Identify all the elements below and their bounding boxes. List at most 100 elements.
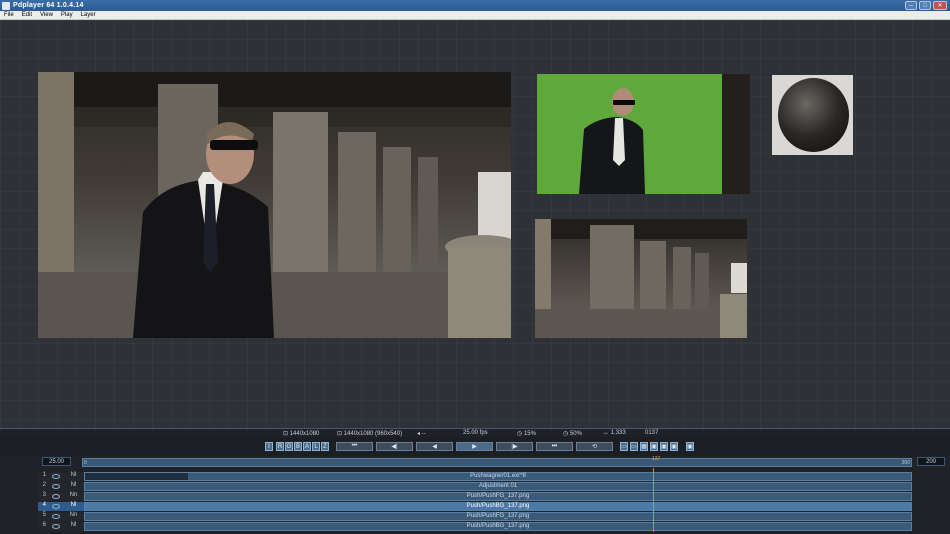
window-controls: – □ ✕	[905, 1, 947, 10]
info-range-arrows: ◂ --	[417, 431, 426, 437]
ruler-end-label: 200	[901, 460, 910, 466]
track-number: 6	[38, 522, 48, 531]
eye-icon[interactable]	[48, 482, 63, 491]
step-back-button[interactable]: ◀|	[376, 442, 413, 451]
channel-l-button[interactable]: L	[312, 442, 320, 451]
background-layer-image[interactable]	[535, 219, 747, 338]
timeline-panel: 25.00 0 200 137 200 1 Nl Pushwagner01.ex…	[0, 456, 950, 534]
eye-icon[interactable]	[48, 502, 63, 511]
track-row[interactable]: 5 Nn Push/PushFG_137.png	[38, 512, 912, 521]
eye-icon[interactable]	[48, 522, 63, 531]
channel-g-button[interactable]: G	[285, 442, 293, 451]
track-row[interactable]: 2 Nl Adjustment 01	[38, 482, 912, 491]
composite-scene-graphic	[38, 72, 511, 338]
view-grid-button[interactable]: ▦	[640, 442, 648, 451]
clip-label: Push/PushBG_137.png	[466, 503, 530, 509]
clip-label: Push/PushFG_137.png	[466, 493, 530, 499]
window-title: Pdplayer 64 1.0.4.14	[13, 2, 84, 9]
view-mode-6-button[interactable]: ▣	[670, 442, 678, 451]
track-number: 1	[38, 472, 48, 481]
minimize-button[interactable]: –	[905, 1, 917, 10]
eye-icon[interactable]	[48, 472, 63, 481]
close-button[interactable]: ✕	[933, 1, 947, 10]
menu-bar: File Edit View Play Layer	[0, 11, 950, 20]
blend-mode[interactable]: Nl	[63, 482, 84, 491]
loop-button[interactable]: ⟲	[576, 442, 613, 451]
info-cache: ◷ 15%	[517, 431, 536, 437]
view-mode-5-button[interactable]: ▣	[660, 442, 668, 451]
track-row[interactable]: 1 Nl Pushwagner01.exr*8	[38, 472, 912, 481]
menu-file[interactable]: File	[0, 12, 18, 18]
track-row[interactable]: 6 Nl Push/PushBG_137.png	[38, 522, 912, 531]
playhead-frame-label: 137	[652, 456, 661, 462]
blend-mode[interactable]: Nl	[63, 472, 84, 481]
greenscreen-layer-image[interactable]	[537, 74, 750, 194]
menu-layer[interactable]: Layer	[77, 12, 100, 18]
channel-b-button[interactable]: B	[294, 442, 302, 451]
chrome-ball-layer-image[interactable]	[772, 75, 853, 155]
blend-mode[interactable]: Nn	[63, 512, 84, 521]
track-row[interactable]: 3 Nn Push/PushFG_137.png	[38, 492, 912, 501]
view-mode-4-button[interactable]: ▣	[650, 442, 658, 451]
track-clip[interactable]: Pushwagner01.exr*8	[84, 472, 912, 481]
go-to-end-button[interactable]: ⏭	[536, 442, 573, 451]
greenscreen-actor-graphic	[579, 88, 645, 194]
clip-label: Push/PushBG_137.png	[466, 523, 530, 529]
timeline-ruler[interactable]: 0 200	[82, 458, 912, 467]
channel-r-button[interactable]: R	[276, 442, 284, 451]
title-bar: Pdplayer 64 1.0.4.14 – □ ✕	[0, 0, 950, 11]
blend-mode[interactable]: Nl	[63, 502, 84, 511]
channel-i-button[interactable]: I	[265, 442, 273, 451]
menu-edit[interactable]: Edit	[18, 12, 36, 18]
eye-icon[interactable]	[48, 512, 63, 521]
track-list: 1 Nl Pushwagner01.exr*8 2 Nl Adjustment …	[38, 472, 912, 532]
chrome-ball-reflection	[778, 78, 849, 152]
end-frame-field[interactable]: 200	[917, 457, 945, 466]
eye-icon[interactable]	[48, 492, 63, 501]
view-compare-button[interactable]: ▭	[630, 442, 638, 451]
fps-field[interactable]: 25.00	[42, 457, 71, 466]
track-clip[interactable]: Push/PushFG_137.png	[84, 492, 912, 501]
playhead-marker[interactable]	[653, 468, 654, 532]
info-bar: ⊡ 1440x1080 ⊡ 1440x1080 (960x540) ◂ -- 2…	[0, 428, 950, 437]
play-button[interactable]: ▶	[456, 442, 493, 451]
track-number: 2	[38, 482, 48, 491]
info-aspect: ↔ 1.333	[603, 430, 626, 436]
clip-label: Adjustment 01	[478, 483, 518, 489]
greenscreen-edge	[722, 74, 750, 194]
info-fps: 25.00 fps	[463, 430, 488, 436]
go-to-start-button[interactable]: ⏮	[336, 442, 373, 451]
background-scene-graphic	[535, 219, 747, 338]
track-clip[interactable]: Adjustment 01	[84, 482, 912, 491]
track-number: 4	[38, 502, 48, 511]
track-row-selected[interactable]: 4 Nl Push/PushBG_137.png	[38, 502, 912, 511]
track-number: 3	[38, 492, 48, 501]
clip-label: Push/PushFG_137.png	[466, 513, 530, 519]
menu-play[interactable]: Play	[57, 12, 77, 18]
track-clip[interactable]: Push/PushBG_137.png	[84, 522, 912, 531]
clip-label: Pushwagner01.exr*8	[470, 473, 526, 479]
clip-offset-region	[85, 473, 188, 480]
track-number: 5	[38, 512, 48, 521]
channel-z-button[interactable]: Z	[321, 442, 329, 451]
info-display-resolution: ⊡ 1440x1080 (960x540)	[337, 431, 403, 437]
blend-mode[interactable]: Nl	[63, 522, 84, 531]
info-frame: 0137	[645, 430, 659, 436]
info-zoom: ◷ 50%	[563, 431, 582, 437]
composite-layer-image[interactable]	[38, 72, 511, 338]
track-clip[interactable]: Push/PushBG_137.png	[84, 502, 912, 511]
compositing-workspace[interactable]	[0, 20, 950, 428]
view-mode-7-button[interactable]: ▣	[686, 442, 694, 451]
step-forward-button[interactable]: |▶	[496, 442, 533, 451]
menu-view[interactable]: View	[36, 12, 57, 18]
blend-mode[interactable]: Nn	[63, 492, 84, 501]
play-backward-button[interactable]: ◀	[416, 442, 453, 451]
info-source-resolution: ⊡ 1440x1080	[283, 431, 320, 437]
view-single-button[interactable]: ▭	[620, 442, 628, 451]
pdplayer-window: Pdplayer 64 1.0.4.14 – □ ✕ File Edit Vie…	[0, 0, 950, 534]
maximize-button[interactable]: □	[919, 1, 931, 10]
ruler-start-label: 0	[84, 460, 87, 466]
track-clip[interactable]: Push/PushFG_137.png	[84, 512, 912, 521]
app-icon	[2, 1, 10, 10]
channel-a-button[interactable]: A	[303, 442, 311, 451]
